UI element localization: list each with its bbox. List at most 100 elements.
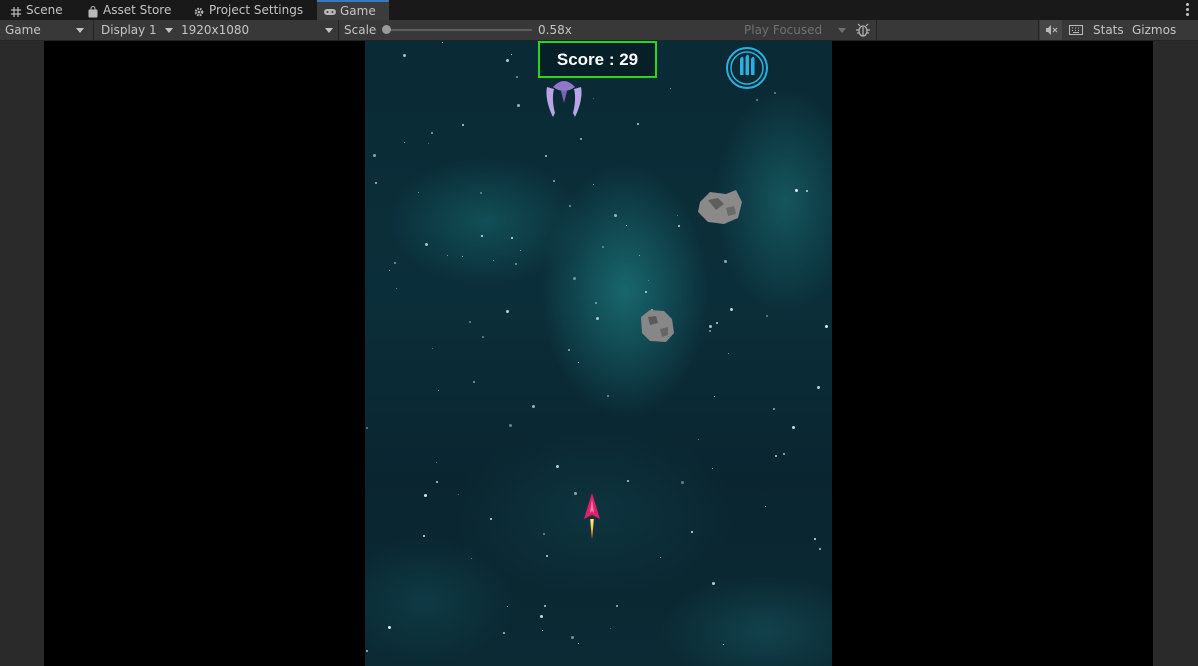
scale-value: 0.58x [538,23,572,37]
star [595,302,597,304]
play-mode-dropdown[interactable]: Play Focused [740,20,850,40]
star [610,628,611,629]
star [542,630,543,631]
star [825,325,828,328]
scale-slider-track[interactable] [386,29,532,31]
player-spaceship [584,493,600,539]
tab-asset-store[interactable]: Asset Store [87,0,177,20]
divider [1038,20,1039,40]
asteroid [698,190,742,224]
tab-label: Asset Store [103,3,172,17]
star [462,256,463,257]
game-view[interactable]: Score : 29 [365,41,832,666]
star [616,605,618,607]
tab-label: Scene [26,3,63,17]
star [503,632,505,634]
stats-button[interactable]: Stats [1093,20,1124,40]
star [723,644,724,645]
game-toolbar: Game Display 1 1920x1080 Scale 0.58x Pla… [0,20,1198,53]
star [709,325,712,328]
star [396,288,397,289]
keyboard-icon [1069,25,1083,35]
star [462,124,464,126]
star [573,277,576,280]
mute-audio-button[interactable] [1040,20,1062,40]
star [783,453,785,455]
tab-project-settings[interactable]: Project Settings [193,0,313,20]
more-options-icon[interactable] [1186,3,1190,17]
star [532,405,535,408]
divider [338,20,339,40]
star [404,142,405,143]
star [716,322,718,324]
star [775,455,777,457]
ammo-bullets-icon[interactable] [724,45,770,91]
star [681,481,684,484]
chevron-down-icon [838,28,846,33]
star [506,59,509,62]
enemy-ship [546,81,582,117]
star [403,54,406,57]
star [602,246,604,248]
star [774,92,776,94]
star [728,353,729,354]
star [509,424,512,427]
chevron-down-icon [165,28,173,33]
star [540,615,543,618]
star [543,533,545,535]
star [394,262,396,264]
score-display: Score : 29 [538,41,657,78]
view-mode-dropdown[interactable]: Game [0,20,92,40]
star [373,154,376,157]
star [436,462,437,463]
keyboard-button[interactable] [1064,20,1088,40]
star [819,548,821,550]
star [648,280,649,281]
star [678,225,680,227]
star [795,189,798,192]
star [425,243,428,246]
gizmos-button[interactable]: Gizmos [1132,20,1176,40]
star [756,99,758,101]
star [578,362,579,363]
chevron-down-icon [325,28,333,33]
gamepad-icon [323,5,336,17]
star [596,317,599,320]
star [593,98,594,99]
asteroid [641,310,674,342]
star [471,558,472,559]
star [712,582,715,585]
view-mode-value: Game [5,23,41,37]
star [677,215,678,216]
gear-icon [193,4,205,17]
resolution-value: 1920x1080 [181,23,250,37]
tab-label: Game [340,4,376,18]
star [388,626,391,629]
star [366,427,368,429]
star [556,465,559,468]
tab-game[interactable]: Game [317,0,389,20]
star [428,143,429,144]
star [366,650,368,652]
resolution-dropdown[interactable]: 1920x1080 [176,20,338,40]
star [765,506,766,507]
star [691,531,693,533]
star [766,315,768,317]
star [436,481,438,483]
tab-bar: Scene Asset Store Project Settings Game [0,0,1198,20]
star [511,54,512,55]
chevron-down-icon [76,28,84,33]
star [482,336,484,338]
star [469,321,471,323]
star [724,260,727,263]
star [493,260,494,261]
shopping-bag-icon [87,4,99,18]
star [639,255,640,256]
tab-scene[interactable]: Scene [10,0,80,20]
display-dropdown[interactable]: Display 1 [94,20,176,40]
star [432,348,433,349]
debug-bug-button[interactable] [854,20,872,40]
bug-icon [856,23,870,37]
scale-slider-handle[interactable] [382,25,391,34]
star [546,555,548,557]
